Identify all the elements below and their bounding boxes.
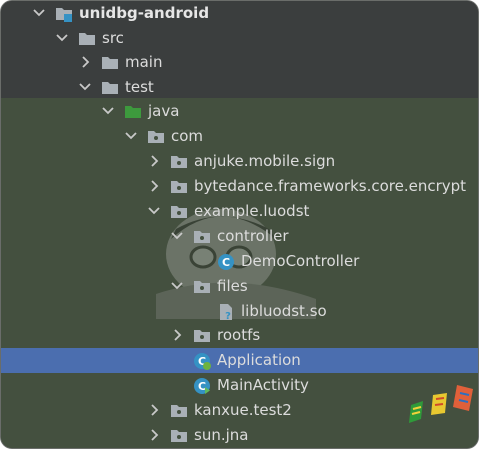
tree-row-label: anjuke.mobile.sign — [194, 152, 336, 170]
chevron-down-icon[interactable] — [147, 203, 161, 219]
chevron-right-icon[interactable] — [170, 327, 184, 343]
chevron-right-icon[interactable] — [147, 427, 161, 443]
svg-text:C: C — [198, 380, 206, 393]
chevron-right-icon[interactable] — [147, 402, 161, 418]
tree-row-label: unidbg-android — [79, 4, 210, 22]
tree-row-label: Application — [217, 351, 301, 369]
tree-row-files[interactable]: files — [1, 274, 478, 299]
package-icon — [147, 128, 165, 146]
tree-row-label: kanxue.test2 — [194, 401, 292, 419]
tree-row-main[interactable]: main — [1, 50, 478, 75]
spring-class-icon: C — [193, 352, 211, 370]
tree-row-rootfs[interactable]: rootfs — [1, 323, 478, 348]
package-icon — [193, 327, 211, 345]
tree-row-anjuke-mobile-sign[interactable]: anjuke.mobile.sign — [1, 149, 478, 174]
tree-row-src[interactable]: src — [1, 26, 478, 51]
tree-row-libluodst-so[interactable]: ? libluodst.so — [1, 299, 478, 324]
chevron-down-icon[interactable] — [32, 5, 46, 21]
decorative-stamp-icon — [409, 385, 473, 423]
package-icon — [170, 153, 188, 171]
tree-row-label: example.luodst — [194, 202, 310, 220]
svg-text:?: ? — [225, 311, 231, 321]
chevron-down-icon[interactable] — [78, 79, 92, 95]
package-icon — [193, 278, 211, 296]
package-icon — [193, 228, 211, 246]
package-icon — [170, 178, 188, 196]
tree-row-application[interactable]: C Application — [1, 348, 478, 373]
tree-row-example-luodst[interactable]: example.luodst — [1, 199, 478, 224]
class-icon: C — [217, 253, 235, 271]
tree-row-label: bytedance.frameworks.core.encrypt — [194, 177, 467, 195]
chevron-right-icon[interactable] — [147, 178, 161, 194]
folder-icon — [78, 30, 96, 48]
chevron-right-icon[interactable] — [78, 54, 92, 70]
tree-row-label: com — [171, 127, 204, 145]
folder-icon — [101, 54, 119, 72]
tree-row-label: main — [125, 53, 163, 71]
chevron-right-icon[interactable] — [147, 153, 161, 169]
tree-row-label: sun.jna — [194, 426, 249, 444]
folder-icon — [101, 79, 119, 97]
tree-row-label: DemoController — [241, 252, 360, 270]
tree-row-com[interactable]: com — [1, 124, 478, 149]
chevron-down-icon[interactable] — [124, 128, 138, 144]
tree-row-test[interactable]: test — [1, 75, 478, 100]
tree-row-label: test — [125, 78, 154, 96]
tree-row-label: files — [217, 277, 248, 295]
tree-row-label: MainActivity — [217, 376, 309, 394]
tree-row-bytedance-frameworks-core-encrypt[interactable]: bytedance.frameworks.core.encrypt — [1, 174, 478, 199]
unknown-file-icon: ? — [217, 303, 235, 321]
tree-row-java[interactable]: java — [1, 99, 478, 124]
package-icon — [170, 427, 188, 445]
tree-row-label: controller — [217, 227, 289, 245]
svg-text:C: C — [222, 256, 230, 269]
test-source-folder-icon — [124, 103, 142, 121]
tree-row-democontroller[interactable]: C DemoController — [1, 249, 478, 274]
tree-row-label: libluodst.so — [241, 302, 327, 320]
package-icon — [170, 203, 188, 221]
project-tree-panel: unidbg-android src main test java com an… — [0, 0, 479, 449]
tree-row-controller[interactable]: controller — [1, 224, 478, 249]
tree-row-label: java — [148, 102, 180, 120]
chevron-down-icon[interactable] — [170, 228, 184, 244]
tree-row-label: rootfs — [217, 326, 261, 344]
tree-row-label: src — [102, 29, 124, 47]
chevron-down-icon[interactable] — [101, 103, 115, 119]
runnable-class-icon: C — [193, 377, 211, 395]
chevron-down-icon[interactable] — [55, 30, 69, 46]
chevron-down-icon[interactable] — [170, 278, 184, 294]
tree-row-unidbg-android[interactable]: unidbg-android — [1, 1, 478, 26]
package-icon — [170, 402, 188, 420]
module-folder-icon — [55, 5, 73, 23]
